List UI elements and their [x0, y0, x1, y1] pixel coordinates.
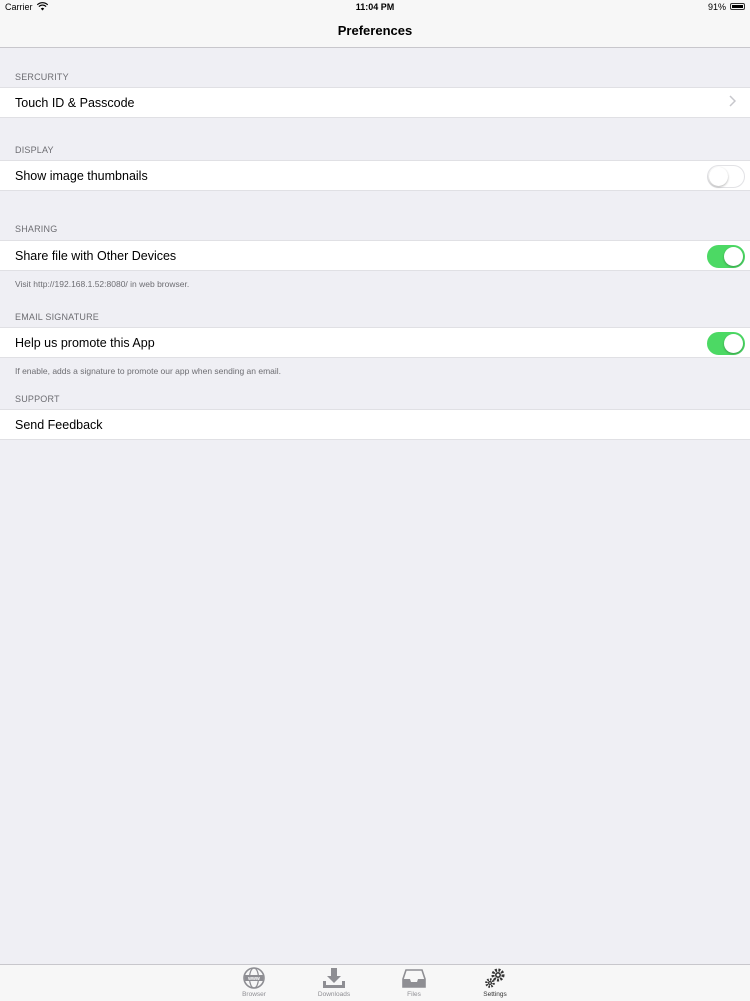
row-label: Share file with Other Devices [15, 249, 177, 263]
svg-text:www: www [247, 976, 260, 982]
show-thumbnails-toggle[interactable] [707, 165, 745, 188]
tab-label: Settings [483, 991, 507, 998]
tray-icon [402, 967, 426, 989]
section-header-email-signature: EMAIL SIGNATURE [15, 312, 100, 322]
globe-icon: www [242, 967, 266, 989]
battery-icon [730, 3, 745, 10]
section-header-display: DISPLAY [15, 145, 54, 155]
status-bar: Carrier 11:04 PM 91% [0, 0, 750, 14]
navigation-bar: Preferences [0, 14, 750, 48]
sharing-footer-note: Visit http://192.168.1.52:8080/ in web b… [15, 279, 190, 289]
toggle-knob [709, 167, 728, 186]
tab-label: Downloads [317, 991, 351, 998]
section-header-sharing: SHARING [15, 224, 58, 234]
tab-downloads[interactable]: Downloads [304, 967, 364, 998]
download-icon [322, 967, 346, 989]
touch-id-passcode-row[interactable]: Touch ID & Passcode [0, 87, 750, 118]
tab-label: Files [407, 991, 421, 998]
share-file-row: Share file with Other Devices [0, 240, 750, 271]
section-header-security: SERCURITY [15, 72, 69, 82]
section-header-support: SUPPORT [15, 394, 60, 404]
clock: 11:04 PM [355, 2, 395, 12]
share-file-toggle[interactable] [707, 245, 745, 268]
show-thumbnails-row: Show image thumbnails [0, 160, 750, 191]
row-label: Show image thumbnails [15, 169, 148, 183]
toggle-knob [724, 247, 743, 266]
tab-files[interactable]: Files [384, 967, 444, 998]
gears-icon [483, 967, 507, 989]
tab-settings[interactable]: Settings [465, 967, 525, 998]
battery-percent: 91% [707, 2, 726, 12]
row-label: Help us promote this App [15, 336, 155, 350]
row-label: Send Feedback [15, 418, 103, 432]
promote-app-row: Help us promote this App [0, 327, 750, 358]
tab-bar: www Browser Downloads Files Settings [0, 964, 750, 1001]
page-title: Preferences [337, 23, 413, 38]
chevron-right-icon [729, 95, 737, 110]
send-feedback-row[interactable]: Send Feedback [0, 409, 750, 440]
tab-label: Browser [242, 991, 266, 998]
promote-app-toggle[interactable] [707, 332, 745, 355]
tab-browser[interactable]: www Browser [224, 967, 284, 998]
toggle-knob [724, 334, 743, 353]
email-signature-footer-note: If enable, adds a signature to promote o… [15, 366, 282, 376]
row-label: Touch ID & Passcode [15, 96, 135, 110]
